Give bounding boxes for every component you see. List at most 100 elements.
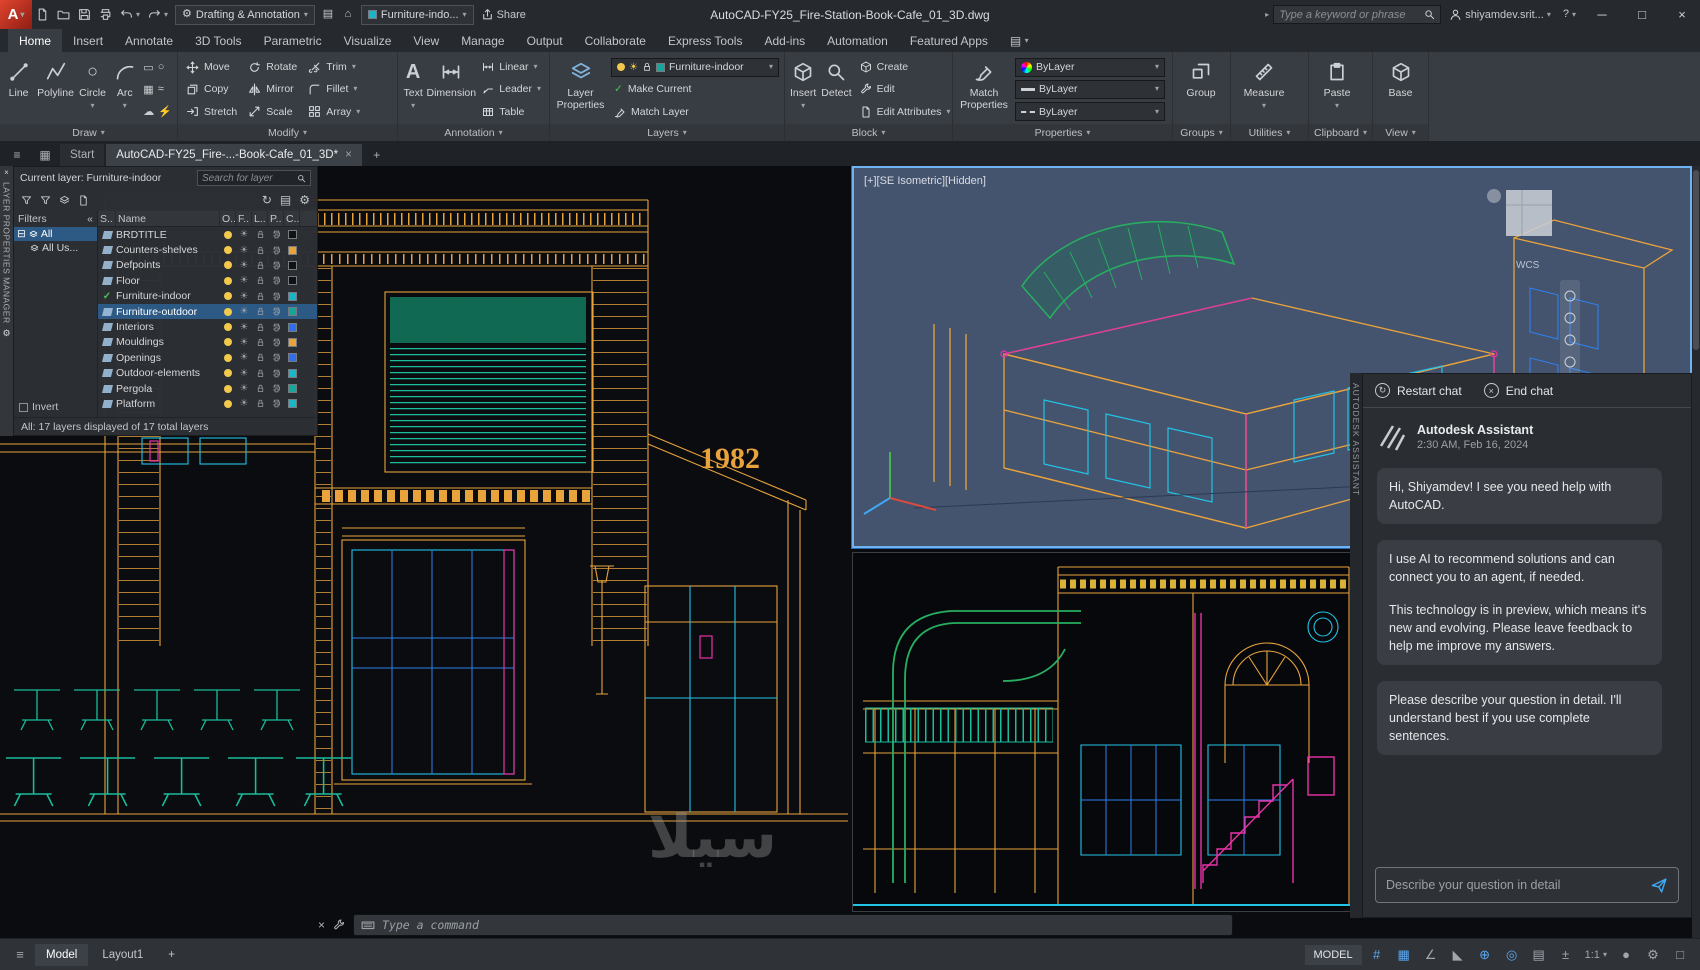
customize-command-icon[interactable] — [333, 919, 345, 931]
assistant-input-box[interactable] — [1375, 867, 1679, 903]
layer-freeze-icon[interactable]: ☀ — [236, 275, 252, 286]
new-group-filter-icon[interactable] — [40, 195, 51, 206]
layer-freeze-icon[interactable]: ☀ — [236, 245, 252, 256]
layer-states-icon[interactable] — [59, 195, 70, 206]
linear-button[interactable]: Linear ▾ — [479, 58, 544, 77]
layer-lock-icon[interactable] — [252, 292, 268, 301]
draw-panel-label[interactable]: Draw ▾ — [0, 124, 177, 141]
collapse-tree-icon[interactable]: « — [87, 213, 93, 225]
tab-3d-tools[interactable]: 3D Tools — [184, 29, 252, 52]
isolate-objects-icon[interactable]: ● — [1614, 943, 1638, 967]
tab-insert[interactable]: Insert — [62, 29, 114, 52]
block-panel-label[interactable]: Block ▾ — [785, 124, 952, 141]
save-button[interactable] — [74, 4, 95, 26]
new-file-button[interactable] — [32, 4, 53, 26]
new-property-filter-icon[interactable] — [21, 195, 32, 206]
layer-plot-icon[interactable] — [268, 276, 284, 285]
layer-plot-icon[interactable] — [268, 246, 284, 255]
clipboard-panel-label[interactable]: Clipboard ▾ — [1309, 124, 1372, 141]
layer-on-icon[interactable] — [220, 369, 236, 378]
share-button[interactable]: Share — [477, 4, 530, 26]
layer-freeze-icon[interactable]: ☀ — [236, 368, 252, 379]
paste-button[interactable]: Paste ▾ — [1314, 55, 1360, 124]
object-color-dropdown[interactable]: ByLayer ▾ — [1015, 57, 1165, 77]
tab-add-ins[interactable]: Add-ins — [753, 29, 816, 52]
layer-freeze-icon[interactable]: ☀ — [236, 337, 252, 348]
palette-titlebar[interactable]: × LAYER PROPERTIES MANAGER ⚙ — [0, 166, 13, 436]
redo-button[interactable]: ▾ — [144, 4, 172, 26]
insert-button[interactable]: Insert ▾ — [790, 55, 816, 124]
new-layout-button[interactable]: + — [157, 944, 186, 966]
layer-plot-icon[interactable] — [268, 323, 284, 332]
match-properties-button[interactable]: Match Properties — [958, 55, 1010, 124]
tab-collaborate[interactable]: Collaborate — [574, 29, 657, 52]
layer-lock-icon[interactable] — [252, 323, 268, 332]
dimension-button[interactable]: Dimension — [426, 55, 476, 124]
layer-on-icon[interactable] — [220, 261, 236, 270]
layer-on-icon[interactable] — [220, 353, 236, 362]
layer-lock-icon[interactable] — [252, 276, 268, 285]
home-button[interactable]: ⌂ — [338, 4, 358, 26]
stretch-button[interactable]: Stretch — [183, 102, 240, 121]
layer-color-swatch[interactable] — [284, 230, 300, 240]
layer-on-icon[interactable] — [220, 276, 236, 285]
ribbon-options-button[interactable]: ▤ ▾ — [999, 29, 1040, 52]
layer-row[interactable]: Counters-shelves ☀ — [98, 242, 317, 257]
text-button[interactable]: A Text ▾ — [403, 55, 423, 124]
draw-extra-tools[interactable]: ▭ ○ ▦ ≈ ☁ ⚡ — [143, 55, 172, 124]
layer-color-swatch[interactable] — [284, 368, 300, 378]
mirror-button[interactable]: Mirror — [245, 80, 300, 99]
close-command-icon[interactable]: × — [318, 918, 325, 932]
lineweight-toggle-icon[interactable]: ▤ — [1527, 943, 1551, 967]
layer-lock-icon[interactable] — [252, 246, 268, 255]
layer-color-swatch[interactable] — [284, 260, 300, 270]
layer-search-input[interactable] — [202, 172, 294, 184]
snap-toggle-icon[interactable]: ▦ — [1392, 943, 1416, 967]
send-icon[interactable] — [1651, 877, 1668, 894]
layer-plot-icon[interactable] — [268, 261, 284, 270]
tab-express-tools[interactable]: Express Tools — [657, 29, 753, 52]
layer-plot-icon[interactable] — [268, 338, 284, 347]
layer-freeze-icon[interactable]: ☀ — [236, 229, 252, 240]
layer-on-icon[interactable] — [220, 230, 236, 239]
layer-color-swatch[interactable] — [284, 307, 300, 317]
view-panel-label[interactable]: View ▾ — [1373, 124, 1428, 141]
layer-search-box[interactable] — [197, 170, 311, 186]
layer-row[interactable]: Mouldings ☀ — [98, 335, 317, 350]
create-block-button[interactable]: Create — [857, 58, 954, 77]
refresh-icon[interactable]: ↻ — [262, 194, 272, 206]
invert-filter[interactable]: Invert — [14, 399, 97, 415]
assistant-input[interactable] — [1386, 878, 1643, 892]
new-drawing-tab-button[interactable]: + — [364, 144, 390, 166]
dynamic-input-icon[interactable]: ± — [1554, 943, 1578, 967]
layer-lock-icon[interactable] — [252, 399, 268, 408]
layer-freeze-icon[interactable]: ☀ — [236, 306, 252, 317]
tab-annotate[interactable]: Annotate — [114, 29, 184, 52]
layer-row[interactable]: Defpoints ☀ — [98, 258, 317, 273]
layer-lock-icon[interactable] — [252, 384, 268, 393]
tab-output[interactable]: Output — [516, 29, 574, 52]
layer-plot-icon[interactable] — [268, 384, 284, 393]
plot-button[interactable] — [95, 4, 116, 26]
layer-on-icon[interactable] — [220, 323, 236, 332]
edit-attributes-button[interactable]: Edit Attributes ▾ — [857, 102, 954, 121]
filter-all-used[interactable]: All Us... — [14, 241, 97, 255]
arc-button[interactable]: Arc ▾ — [111, 55, 138, 124]
columns-icon[interactable]: ▤ — [280, 194, 291, 206]
layer-row[interactable]: Interiors ☀ — [98, 319, 317, 334]
layer-color-swatch[interactable] — [284, 337, 300, 347]
viewport-controls-label[interactable]: [+][SE Isometric][Hidden] — [864, 175, 986, 187]
utilities-panel-label[interactable]: Utilities ▾ — [1231, 124, 1308, 141]
viewport-elevation-2[interactable] — [852, 552, 1352, 912]
make-current-button[interactable]: ✓ Make Current — [611, 80, 779, 99]
layer-properties-button[interactable]: Layer Properties — [555, 55, 606, 124]
customization-gear-icon[interactable]: ⚙ — [1641, 943, 1665, 967]
help-search-box[interactable] — [1273, 5, 1442, 24]
settings-gear-icon[interactable]: ⚙ — [299, 194, 310, 206]
line-button[interactable]: Line — [5, 55, 32, 124]
tab-parametric[interactable]: Parametric — [253, 29, 333, 52]
layers-panel-label[interactable]: Layers ▾ — [550, 124, 784, 141]
sheet-set-button[interactable]: ▤ — [318, 4, 338, 26]
help-menu[interactable]: ? ▾ — [1559, 4, 1580, 26]
layer-color-swatch[interactable] — [284, 322, 300, 332]
